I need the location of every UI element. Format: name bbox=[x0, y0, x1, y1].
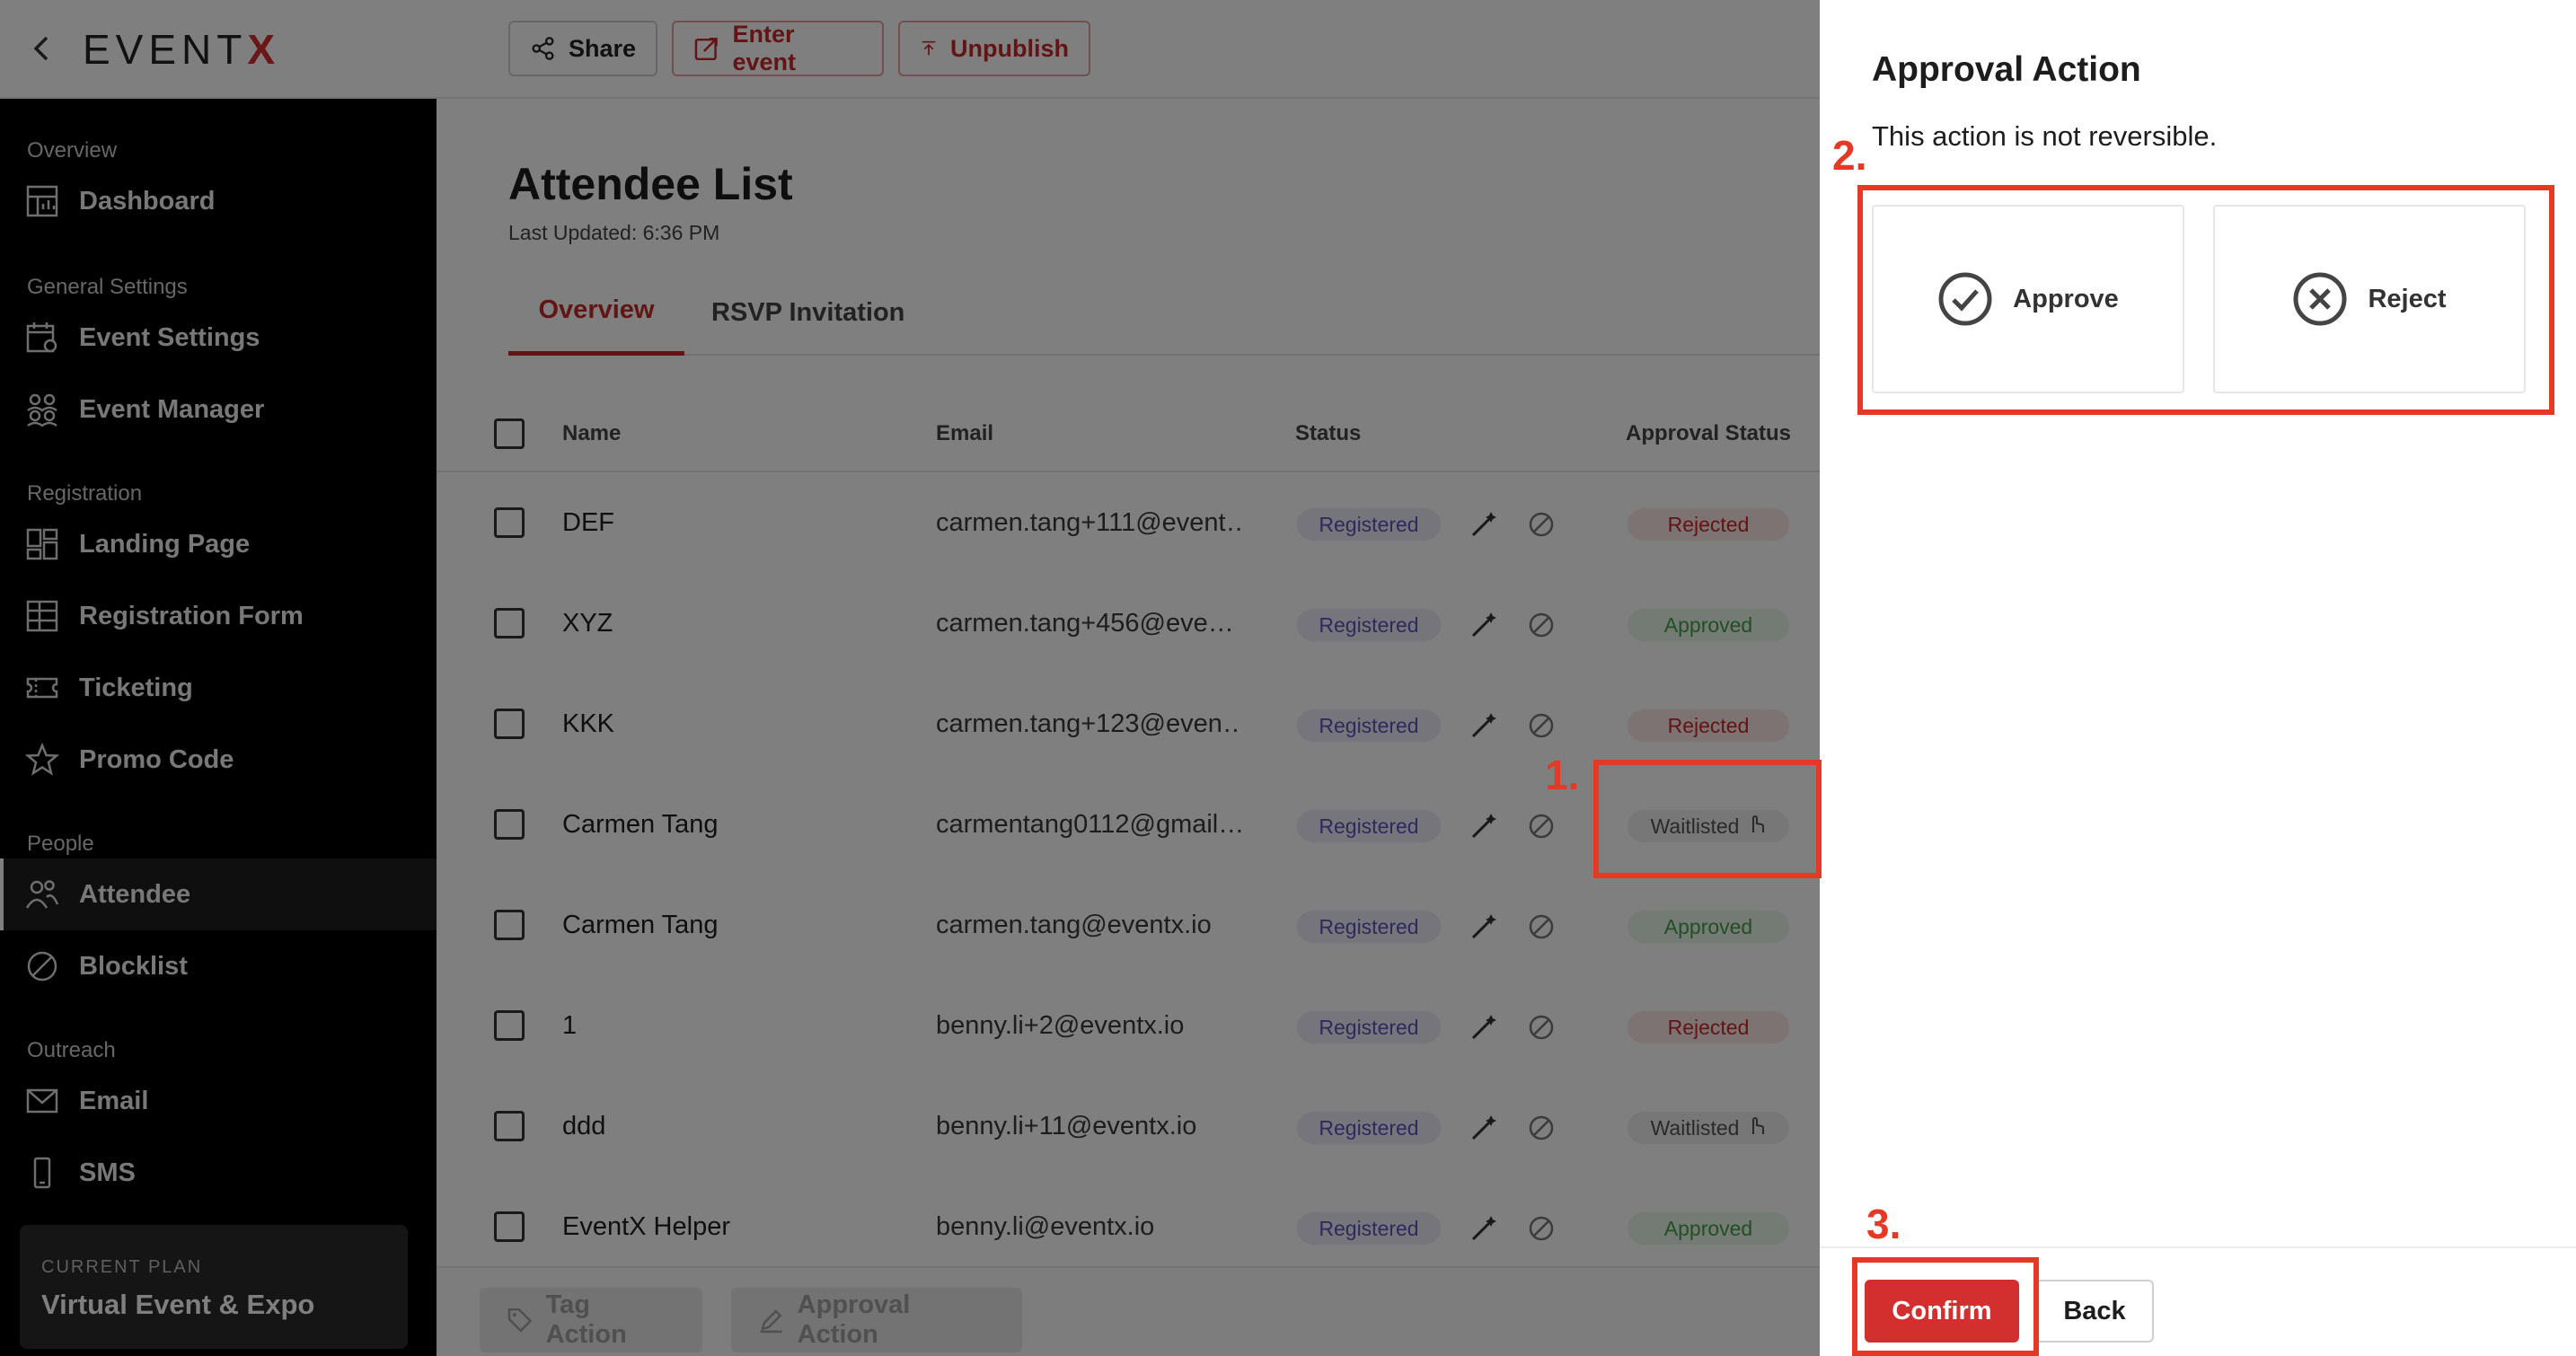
highlight-approve-reject bbox=[1857, 185, 2554, 415]
drawer-title: Approval Action bbox=[1872, 50, 2141, 89]
annotation-step-2: 2. bbox=[1832, 132, 1867, 179]
highlight-confirm-button bbox=[1852, 1257, 2039, 1356]
back-button[interactable]: Back bbox=[2035, 1280, 2154, 1343]
highlight-waitlisted-status bbox=[1593, 760, 1822, 878]
annotation-step-1: 1. bbox=[1545, 752, 1580, 798]
drawer-subtitle: This action is not reversible. bbox=[1872, 120, 2218, 152]
annotation-step-3: 3. bbox=[1866, 1201, 1901, 1247]
modal-overlay[interactable] bbox=[0, 0, 1820, 1356]
